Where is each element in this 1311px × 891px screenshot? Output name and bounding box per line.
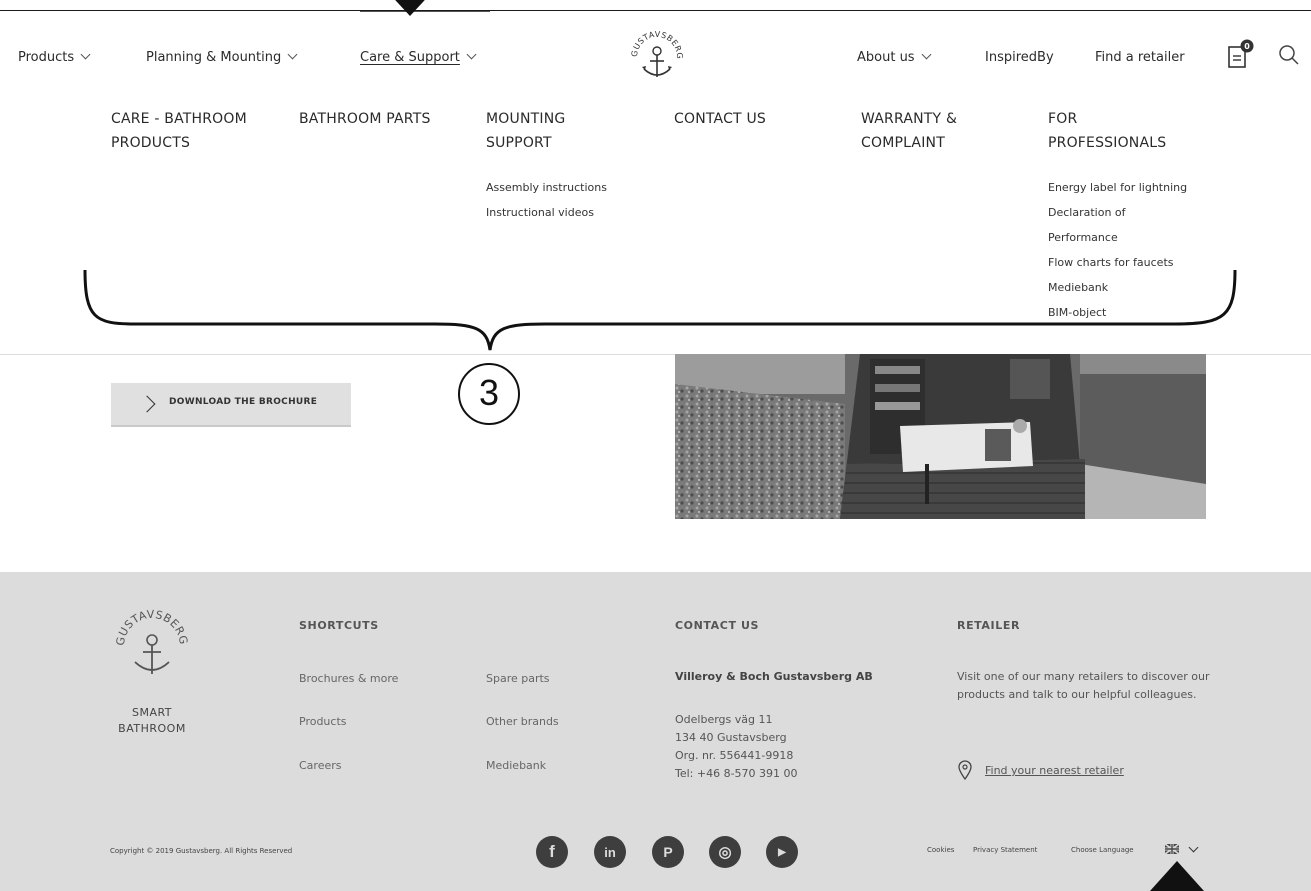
chevron-down-icon [287, 49, 298, 60]
instagram-icon[interactable]: ◎ [709, 836, 741, 868]
nav-care-support[interactable]: Care & Support [360, 49, 477, 65]
footer-retailer-text: Visit one of our many retailers to disco… [957, 670, 1210, 701]
menu-link-instructional-videos[interactable]: Instructional videos [486, 200, 607, 225]
cart-count: 0 [1244, 42, 1250, 51]
svg-text:GUSTAVSBERG: GUSTAVSBERG [114, 608, 190, 647]
nav-about-us[interactable]: About us [857, 49, 932, 65]
nav-products-label: Products [18, 50, 75, 65]
download-brochure-button[interactable]: DOWNLOAD THE BROCHURE [111, 383, 351, 427]
location-pin-icon [958, 760, 972, 780]
footer-retailer-heading: RETAILER [957, 619, 1021, 632]
annotation-curly-brace [83, 269, 1237, 351]
nav-products[interactable]: Products [18, 49, 91, 65]
menu-heading-mounting-support[interactable]: MOUNTING SUPPORT [486, 107, 607, 155]
menu-heading-warranty[interactable]: WARRANTY & COMPLAINT [861, 107, 957, 155]
chevron-right-icon [138, 395, 156, 413]
chevron-down-icon [921, 49, 932, 60]
footer-contact-address: Odelbergs väg 11 134 40 Gustavsberg Org.… [675, 713, 798, 780]
menu-link-assembly-instructions[interactable]: Assembly instructions [486, 175, 607, 200]
linkedin-icon[interactable]: in [594, 836, 626, 868]
footer-copyright: Copyright © 2019 Gustavsberg. All Rights… [110, 847, 293, 855]
youtube-icon[interactable]: ▶ [766, 836, 798, 868]
nav-find-retailer[interactable]: Find a retailer [1095, 50, 1185, 65]
facebook-icon[interactable]: f [536, 836, 568, 868]
nav-planning-mounting[interactable]: Planning & Mounting [146, 49, 298, 65]
footer-cookies-link[interactable]: Cookies [927, 846, 954, 854]
menu-heading-contact-us[interactable]: CONTACT US [674, 107, 766, 131]
site-footer: GUSTAVSBERG SMART BATHROOM SHORTCUTS Broc… [0, 572, 1311, 891]
nav-inspiredby[interactable]: InspiredBy [985, 50, 1054, 65]
menu-heading-bathroom-parts[interactable]: BATHROOM PARTS [299, 107, 431, 131]
nav-retailer-label: Find a retailer [1095, 50, 1185, 65]
footer-link-products[interactable]: Products [299, 715, 347, 728]
nav-planning-label: Planning & Mounting [146, 50, 282, 65]
footer-link-careers[interactable]: Careers [299, 759, 342, 772]
menu-link-energy-label[interactable]: Energy label for lightning [1048, 175, 1187, 200]
chevron-down-icon [80, 49, 91, 60]
chevron-down-icon [466, 49, 477, 60]
annotation-number-badge: 3 [458, 363, 520, 425]
footer-brand-tagline: SMART BATHROOM [118, 706, 186, 735]
menu-link-declaration[interactable]: Declaration of [1048, 200, 1187, 225]
menu-column-bathroom-parts: BATHROOM PARTS [299, 107, 431, 131]
download-brochure-label: DOWNLOAD THE BROCHURE [169, 397, 318, 407]
find-nearest-retailer-link[interactable]: Find your nearest retailer [985, 764, 1124, 777]
footer-choose-language[interactable]: Choose Language [1071, 846, 1134, 854]
nav-care-label: Care & Support [360, 50, 460, 65]
chevron-down-icon[interactable] [1188, 842, 1199, 853]
gustavsberg-logo[interactable]: GUSTAVSBERG [627, 23, 687, 83]
footer-link-spare-parts[interactable]: Spare parts [486, 672, 550, 685]
footer-link-other-brands[interactable]: Other brands [486, 715, 559, 728]
menu-heading-care-bathroom[interactable]: CARE - BATHROOM PRODUCTS [111, 107, 247, 155]
menu-link-performance[interactable]: Performance [1048, 225, 1187, 250]
annotation-arrow-up-marker [1150, 861, 1204, 891]
cart-icon[interactable]: 0 [1228, 39, 1254, 69]
menu-column-care-bathroom: CARE - BATHROOM PRODUCTS [111, 107, 247, 155]
footer-link-mediebank[interactable]: Mediebank [486, 759, 546, 772]
footer-contact-heading: CONTACT US [675, 619, 760, 632]
footer-gustavsberg-logo[interactable]: GUSTAVSBERG [112, 602, 192, 682]
footer-privacy-link[interactable]: Privacy Statement [973, 846, 1037, 854]
menu-column-contact-us: CONTACT US [674, 107, 766, 131]
nav-inspiredby-label: InspiredBy [985, 50, 1054, 65]
search-icon[interactable] [1278, 44, 1300, 66]
annotation-arrow-down-marker [385, 0, 435, 16]
nav-about-label: About us [857, 50, 915, 65]
footer-shortcuts-heading: SHORTCUTS [299, 619, 379, 632]
pinterest-icon[interactable]: P [652, 836, 684, 868]
top-navigation: Products Planning & Mounting Care & Supp… [0, 11, 1311, 91]
footer-link-brochures[interactable]: Brochures & more [299, 672, 398, 685]
uk-flag-icon[interactable] [1165, 844, 1179, 854]
menu-column-warranty: WARRANTY & COMPLAINT [861, 107, 957, 155]
footer-company-name: Villeroy & Boch Gustavsberg AB [675, 670, 873, 683]
menu-heading-professionals[interactable]: FOR PROFESSIONALS [1048, 107, 1187, 155]
menu-column-mounting-support: MOUNTING SUPPORT Assembly instructions I… [486, 107, 607, 225]
